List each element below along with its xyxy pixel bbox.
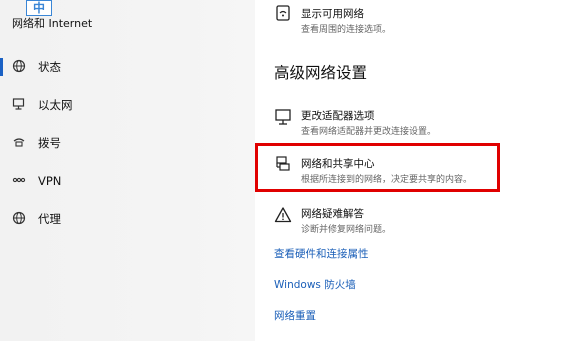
highlight-box <box>255 143 500 192</box>
sidebar-item-label: VPN <box>38 174 62 188</box>
sidebar-item-ethernet[interactable]: 以太网 <box>0 95 240 117</box>
ime-indicator[interactable]: 中 <box>26 0 52 16</box>
sidebar-item-label: 代理 <box>38 212 61 226</box>
adapter-options-title: 更改适配器选项 <box>301 110 375 122</box>
adapter-options-desc: 查看网络适配器并更改连接设置。 <box>301 127 437 137</box>
sidebar-item-vpn[interactable]: VPN <box>0 171 240 193</box>
adapter-icon <box>271 108 295 132</box>
vpn-icon <box>12 173 26 189</box>
warning-icon <box>271 206 295 230</box>
network-reset-link[interactable]: 网络重置 <box>274 308 316 323</box>
sidebar-item-label: 状态 <box>38 60 61 74</box>
sidebar-item-label: 拨号 <box>38 136 61 150</box>
sidebar: 中 网络和 Internet 状态 以太网 拨号 VPN 代理 <box>0 0 255 341</box>
troubleshooter-title: 网络疑难解答 <box>301 208 364 220</box>
wifi-icon <box>271 4 295 28</box>
active-indicator <box>0 58 3 76</box>
monitor-icon <box>12 97 26 113</box>
sidebar-item-status[interactable]: 状态 <box>0 57 240 79</box>
globe-icon <box>12 211 26 227</box>
globe-icon <box>12 59 26 75</box>
hardware-properties-link[interactable]: 查看硬件和连接属性 <box>274 246 369 261</box>
section-title: 高级网络设置 <box>274 64 368 82</box>
troubleshooter-desc: 诊断并修复网络问题。 <box>301 225 392 235</box>
sidebar-item-dialup[interactable]: 拨号 <box>0 133 240 155</box>
show-networks-desc: 查看周围的连接选项。 <box>301 25 392 35</box>
show-networks-title: 显示可用网络 <box>301 8 364 20</box>
windows-firewall-link[interactable]: Windows 防火墙 <box>274 277 356 292</box>
sidebar-title: 网络和 Internet <box>12 17 93 30</box>
sidebar-item-proxy[interactable]: 代理 <box>0 209 240 231</box>
sidebar-item-label: 以太网 <box>38 98 73 112</box>
phone-icon <box>12 135 26 151</box>
